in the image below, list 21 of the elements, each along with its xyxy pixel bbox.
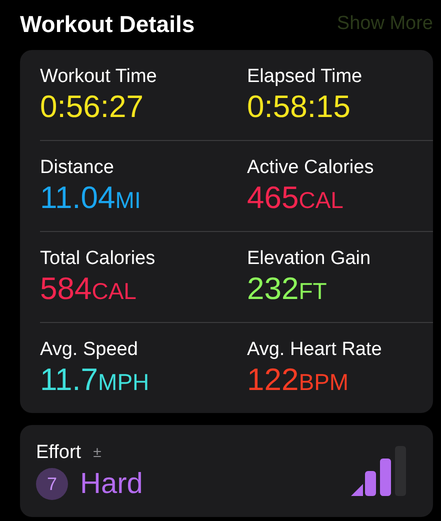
metric-value: 122BPM <box>247 362 350 398</box>
metric-value: 584CAL <box>40 272 138 306</box>
metric-label: Total Calories <box>40 248 156 270</box>
metric-value: 11.04MI <box>40 180 142 216</box>
metric-value: 0:58:15 <box>247 90 352 124</box>
metric-label: Elevation Gain <box>247 248 372 270</box>
effort-score: 7 <box>36 468 68 500</box>
effort-label: Effort <box>36 442 82 464</box>
metric-value: 465CAL <box>247 180 344 216</box>
metric-label: Distance <box>40 156 115 179</box>
metric-value: 11.7MPH <box>40 362 150 398</box>
metric-label: Active Calories <box>247 156 375 179</box>
metric-value: 232FT <box>247 272 328 306</box>
metric-label: Workout Time <box>40 66 158 88</box>
metric-label: Avg. Speed <box>40 338 139 361</box>
effort-rating: Hard <box>80 468 143 500</box>
metric-label: Elapsed Time <box>247 66 364 88</box>
metric-value: 0:56:27 <box>40 90 144 124</box>
metric-label: Avg. Heart Rate <box>247 338 383 361</box>
adjust-icon[interactable]: ± <box>93 444 102 461</box>
section-title: Workout Details <box>20 10 195 38</box>
